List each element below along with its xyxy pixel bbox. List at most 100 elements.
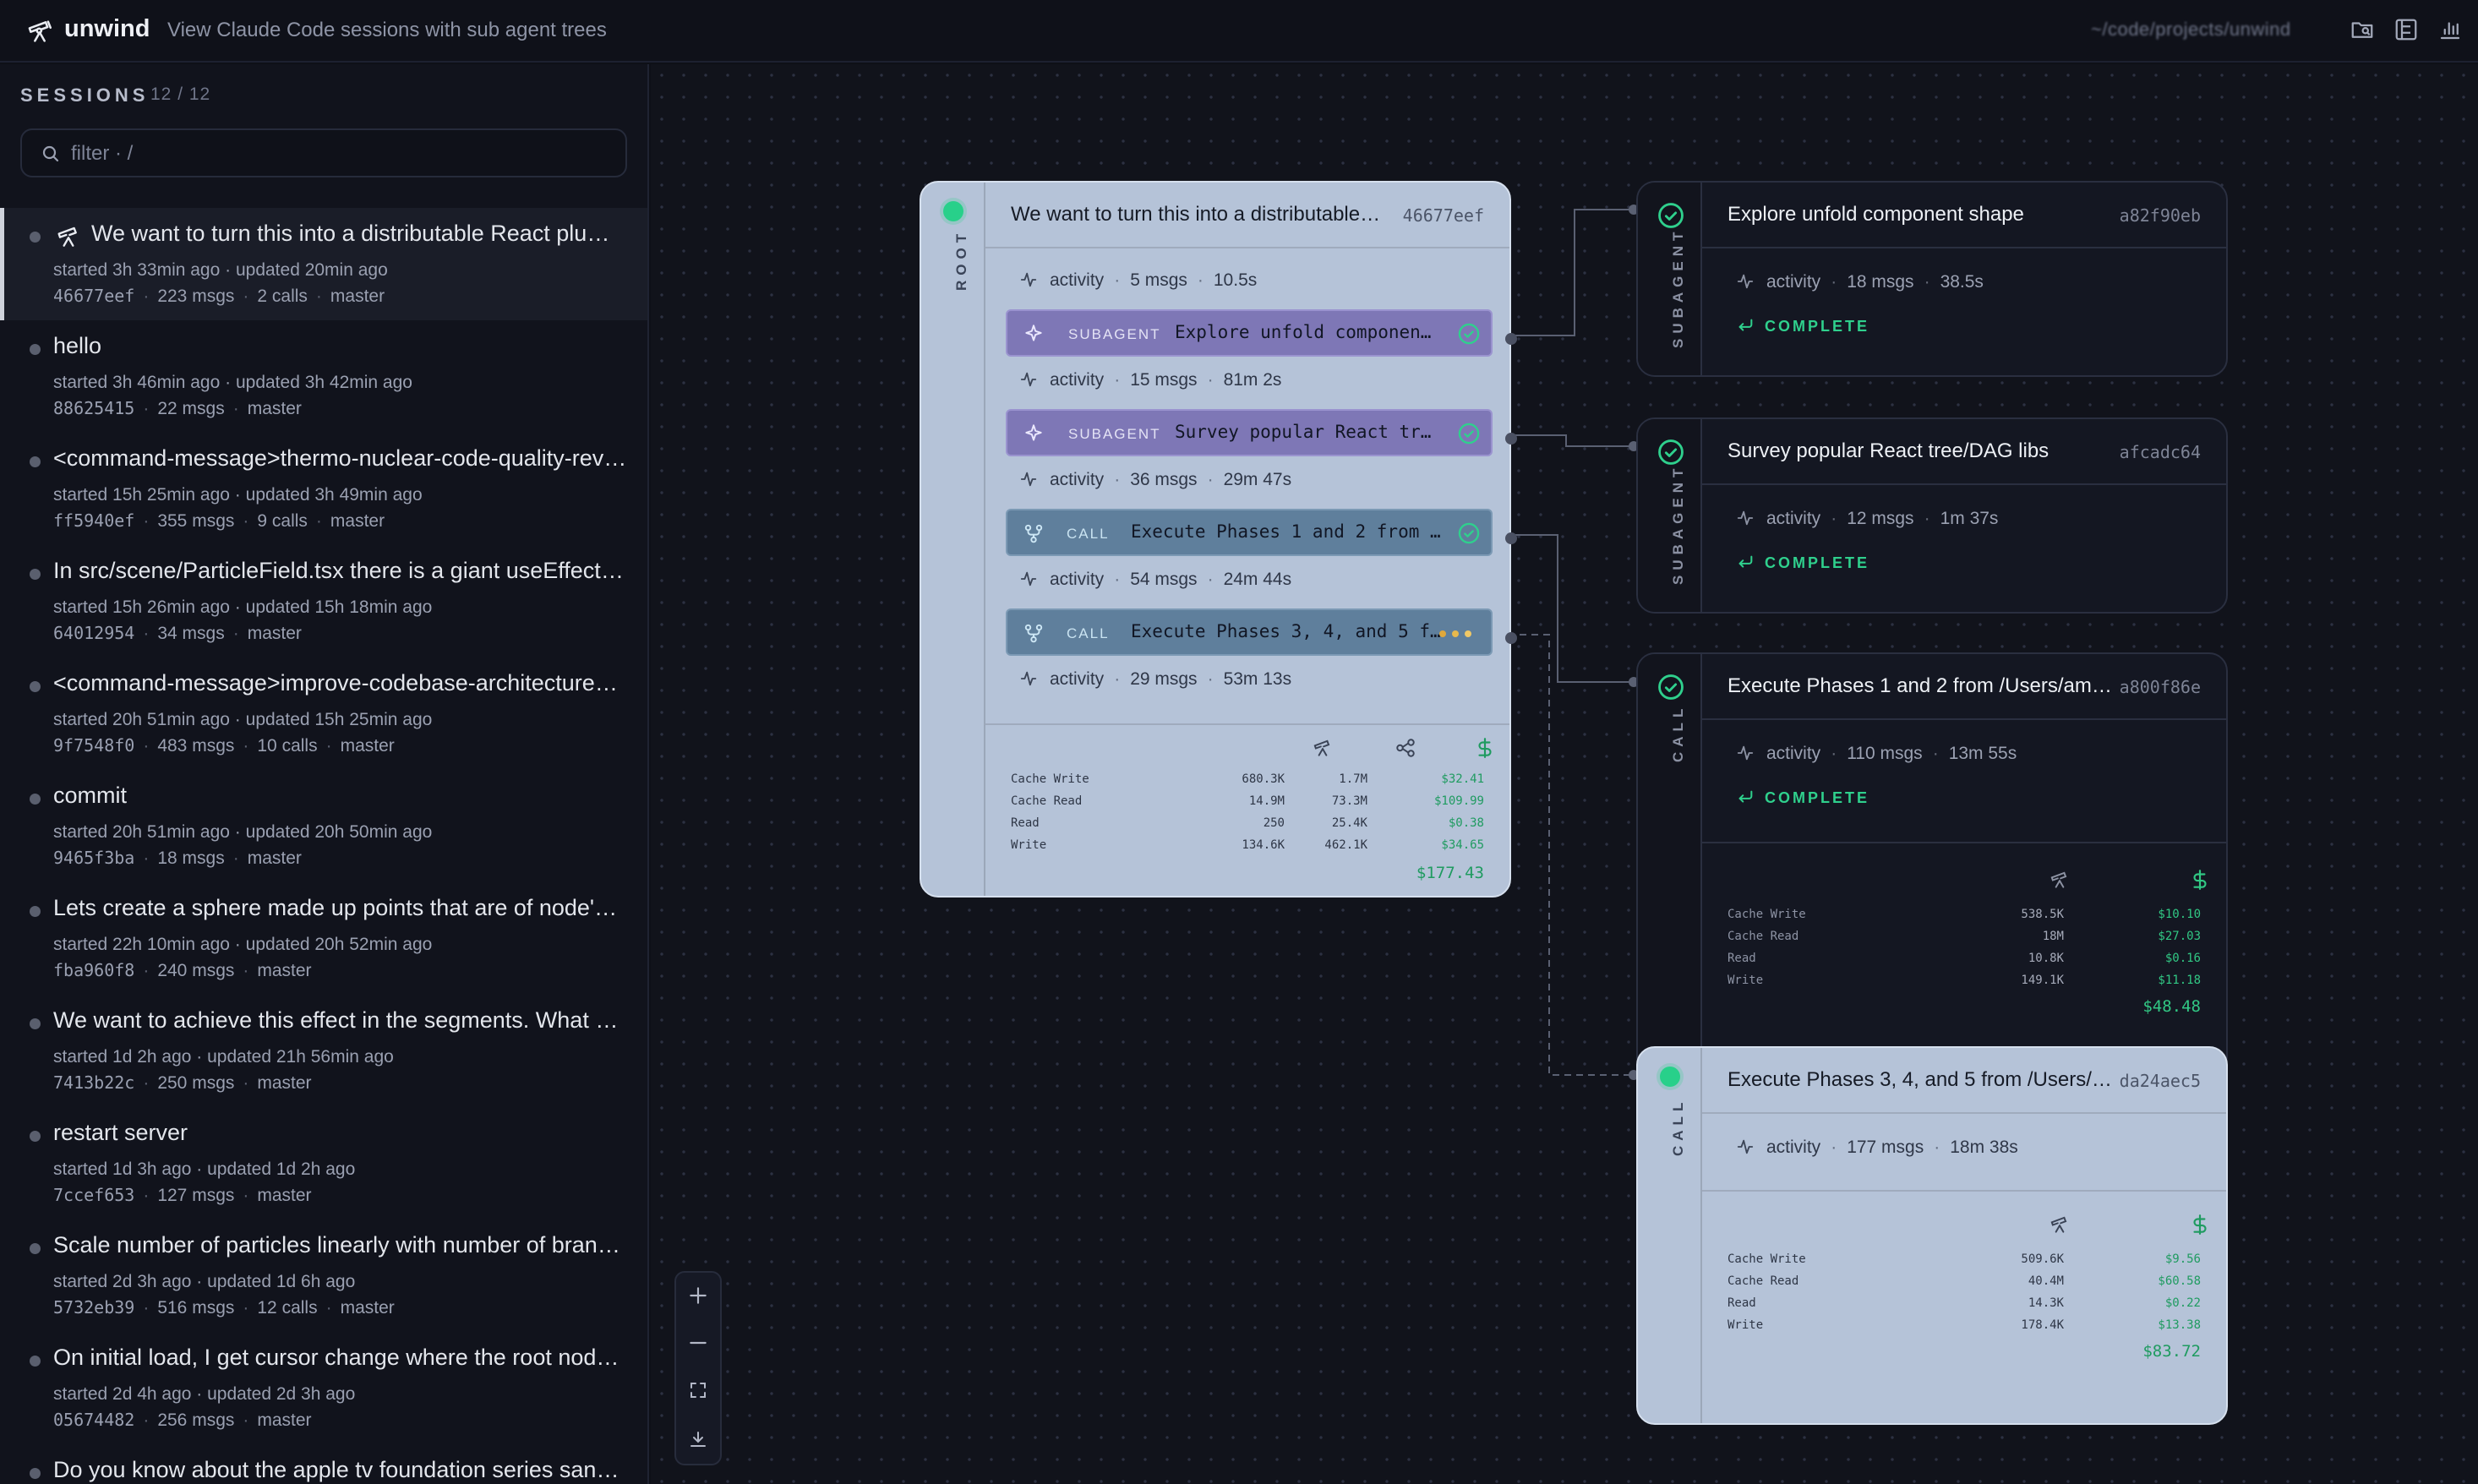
session-item[interactable]: hello started 3h 46min ago · updated 3h 4… [0, 320, 647, 433]
root-rail: ROOT [921, 183, 985, 896]
session-hash: 7413b22c [53, 1072, 135, 1093]
sessions-count: 12 / 12 [150, 85, 211, 104]
session-msgs: 256 msgs [157, 1410, 235, 1430]
session-item[interactable]: <command-message>thermo-nuclear-code-qua… [0, 433, 647, 545]
activity-icon [1737, 745, 1754, 761]
tree-canvas[interactable]: ROOT We want to turn this into a distrib… [651, 64, 2478, 1484]
session-item[interactable]: <command-message>improve-codebase-archit… [0, 657, 647, 770]
session-times: started 1d 3h ago · updated 1d 2h ago [53, 1159, 356, 1179]
telescope-icon [2050, 871, 2067, 888]
usage-tree-tokens: 462.1K [1324, 838, 1367, 852]
session-msgs: 223 msgs [157, 286, 235, 306]
subagent-node[interactable]: SUBAGENT Explore unfold component shape … [1636, 181, 2228, 377]
activity-duration: 24m 44s [1223, 570, 1292, 589]
top-bar: unwind View Claude Code sessions with su… [0, 0, 2478, 63]
fit-view-button[interactable] [676, 1367, 720, 1413]
usage-tokens: 14.3K [2028, 1296, 2064, 1310]
session-status-dot [30, 569, 41, 580]
sessions-sidebar: SESSIONS 12 / 12 We want to turn this in… [0, 64, 649, 1484]
usage-tokens: 680.3K [1242, 772, 1285, 786]
session-branch: master [257, 1186, 312, 1205]
session-meta: 64012954 · 34 msgs · master [53, 623, 302, 643]
session-item[interactable]: In src/scene/ParticleField.tsx there is … [0, 545, 647, 657]
return-icon [1738, 319, 1753, 331]
stats-icon[interactable] [2437, 17, 2463, 42]
download-button[interactable] [676, 1416, 720, 1462]
usage-tokens: 134.6K [1242, 838, 1285, 852]
session-title: hello [53, 333, 102, 358]
root-node[interactable]: ROOT We want to turn this into a distrib… [920, 181, 1511, 897]
activity-msgs: 177 msgs [1847, 1138, 1924, 1157]
session-item[interactable]: Lets create a sphere made up points that… [0, 882, 647, 995]
session-item[interactable]: We want to achieve this effect in the se… [0, 995, 647, 1107]
session-item[interactable]: Do you know about the apple tv foundatio… [0, 1444, 647, 1484]
call-node[interactable]: CALL Execute Phases 3, 4, and 5 from /Us… [1636, 1046, 2228, 1425]
session-calls: 10 calls [257, 736, 318, 756]
session-item[interactable]: restart server started 1d 3h ago · update… [0, 1107, 647, 1219]
session-status-dot [30, 906, 41, 917]
session-status-dot [30, 1243, 41, 1254]
session-meta: 7413b22c · 250 msgs · master [53, 1072, 312, 1093]
session-item[interactable]: On initial load, I get cursor change whe… [0, 1332, 647, 1444]
subagent-row[interactable]: SUBAGENT Explore unfold component shape [1006, 309, 1493, 357]
session-branch: master [330, 511, 385, 531]
activity-msgs: 12 msgs [1847, 509, 1914, 528]
row-tag: CALL [1067, 526, 1110, 542]
handle[interactable] [1505, 532, 1517, 544]
node-header: Execute Phases 3, 4, and 5 from /Users/a… [1702, 1048, 2226, 1114]
node-header: Survey popular React tree/DAG libs afcad… [1702, 419, 2226, 485]
sessions-header: SESSIONS [20, 85, 150, 106]
session-title: Lets create a sphere made up points that… [53, 895, 628, 920]
handle[interactable] [1505, 333, 1517, 345]
zoom-out-button[interactable] [676, 1320, 720, 1366]
zoom-in-button[interactable] [676, 1273, 720, 1318]
activity-duration: 1m 37s [1940, 509, 1999, 528]
call-row[interactable]: CALL Execute Phases 1 and 2 from /Users/a… [1006, 509, 1493, 556]
session-item[interactable]: We want to turn this into a distributabl… [0, 208, 647, 320]
session-meta: 5732eb39 · 516 msgs · 12 calls · master [53, 1297, 395, 1318]
complete-status: COMPLETE [1736, 316, 1869, 336]
activity-row: activity · 15 msgs · 81m 2s [1019, 370, 1281, 390]
usage-label: Cache Read [1728, 930, 1799, 943]
session-status-dot [30, 794, 41, 805]
session-msgs: 355 msgs [157, 511, 235, 531]
call-row[interactable]: CALL Execute Phases 3, 4, and 5 from /Use… [1006, 608, 1493, 656]
session-branch: master [247, 624, 302, 643]
telescope-icon [2050, 1216, 2067, 1233]
session-item[interactable]: Scale number of particles linearly with … [0, 1219, 647, 1332]
telescope-icon [28, 20, 52, 42]
row-text: Execute Phases 3, 4, and 5 from /Users [1131, 621, 1444, 641]
search-input[interactable] [71, 139, 612, 169]
activity-duration: 81m 2s [1223, 370, 1282, 390]
usage-tokens: 40.4M [2028, 1274, 2064, 1288]
activity-label: activity [1050, 570, 1105, 589]
subagent-node[interactable]: SUBAGENT Survey popular React tree/DAG l… [1636, 417, 2228, 614]
node-hash: afcadc64 [2119, 442, 2201, 462]
activity-duration: 18m 38s [1950, 1138, 2018, 1157]
node-title: Execute Phases 3, 4, and 5 from /Users/a… [1728, 1068, 2116, 1091]
usage-cost: $0.38 [1448, 816, 1484, 830]
activity-label: activity [1766, 1138, 1821, 1157]
node-rail: CALL [1638, 1048, 1702, 1423]
call-node[interactable]: CALL Execute Phases 1 and 2 from /Users/… [1636, 652, 2228, 1075]
handle[interactable] [1505, 433, 1517, 445]
folder-icon[interactable] [2350, 17, 2375, 42]
row-tag: SUBAGENT [1068, 326, 1161, 342]
usage-cost: $109.99 [1433, 794, 1484, 808]
handle[interactable] [1505, 632, 1517, 644]
usage-tree-tokens: 73.3M [1331, 794, 1367, 808]
session-calls: 9 calls [257, 511, 308, 531]
session-branch: master [257, 1410, 312, 1430]
search-box[interactable] [20, 128, 627, 177]
usage-cost: $60.58 [2158, 1274, 2201, 1288]
check-circle-icon [1458, 423, 1480, 445]
subagent-row[interactable]: SUBAGENT Survey popular React tree/DAG li… [1006, 409, 1493, 456]
session-item[interactable]: commit started 20h 51min ago · updated 20… [0, 770, 647, 882]
usage-label: Cache Write [1728, 1252, 1806, 1266]
session-msgs: 240 msgs [157, 961, 235, 980]
user-path: ~/code/projects/unwind [2091, 19, 2291, 40]
tree-icon[interactable] [2393, 17, 2419, 42]
session-meta: 46677eef · 223 msgs · 2 calls · master [53, 286, 385, 306]
usage-label: Cache Write [1728, 908, 1806, 921]
session-times: started 20h 51min ago · updated 20h 50mi… [53, 822, 433, 842]
